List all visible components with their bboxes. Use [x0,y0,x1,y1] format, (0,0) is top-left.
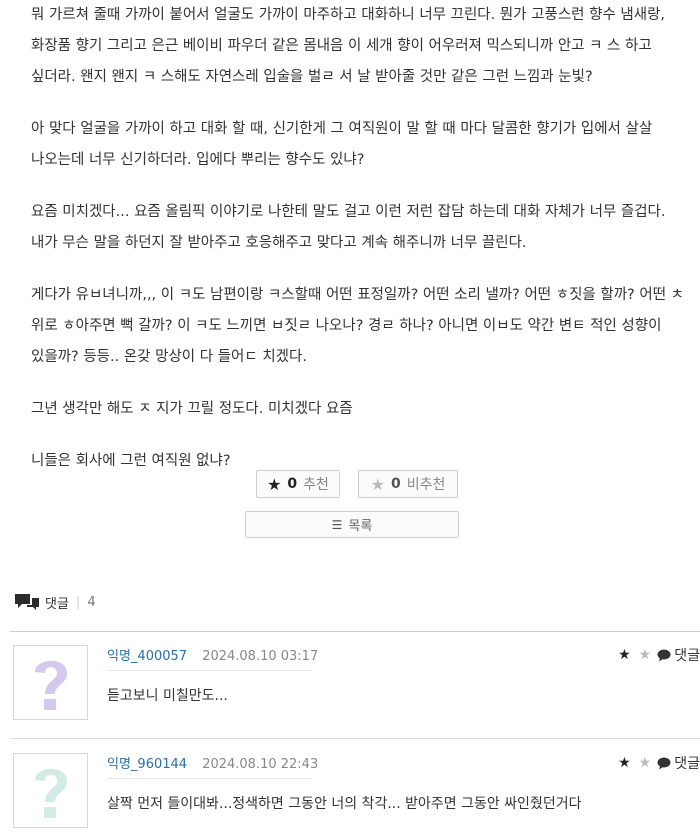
divider [107,778,312,779]
speech-bubble-icon [657,649,671,661]
divider [10,631,700,632]
reply-button[interactable]: 댓글 [657,645,700,665]
upvote-label: 추천 [303,477,329,493]
post-paragraph: 아 맞다 얼굴을 가까이 하고 대화 할 때, 신기한게 그 여직원이 말 할 … [31,121,653,168]
downvote-label: 비추천 [406,477,446,493]
reply-label: 댓글 [674,756,700,772]
comment-actions: ★ ★ 댓글 [618,645,700,665]
upvote-button[interactable]: ★ 0 추천 [256,470,340,498]
comment-text: 살짝 먼저 들이대봐...정색하면 그동안 너의 착각... 받아주면 그동안 … [107,796,582,812]
upvote-count: 0 [287,476,298,492]
comment-author[interactable]: 익명_400057 [107,649,187,664]
comment-title: 댓글 [45,596,69,612]
post-paragraph: 게다가 유ㅂ녀니까,,, 이 ㅋ도 남편이랑 ㅋ스할때 어떤 표정일까? 어떤 … [31,287,684,365]
downvote-button[interactable]: ★ 0 비추천 [358,470,458,498]
comment-header: 댓글 | 4 [13,592,96,612]
comment-text: 듣고보니 미칠만도... [107,688,228,704]
downvote-count: 0 [390,476,401,492]
post-content: 뭐 가르쳐 줄때 가까이 붙어서 얼굴도 가까이 마주하고 대화하니 너무 끄린… [31,0,686,477]
comment-meta: 익명_960144 2024.08.10 22:43 [107,753,318,772]
post-paragraph: 그년 생각만 해도 ㅈ 지가 끄릴 정도다. 미치겠다 요즘 [31,401,353,417]
star-outline-icon[interactable]: ★ [639,647,652,663]
star-filled-icon[interactable]: ★ [618,647,631,663]
speech-bubble-icon [657,757,671,769]
star-filled-icon: ★ [267,474,282,494]
comment-date: 2024.08.10 03:17 [202,649,319,664]
star-outline-icon: ★ [370,474,385,494]
avatar [13,753,88,828]
star-filled-icon[interactable]: ★ [618,755,631,771]
avatar [13,645,88,720]
post-paragraph: 요즘 미치겠다... 요즘 올림픽 이야기로 나한테 말도 걸고 이런 저런 잡… [31,204,666,251]
reply-button[interactable]: 댓글 [657,753,700,773]
reply-label: 댓글 [674,648,700,664]
vote-row: ★ 0 추천 ★ 0 비추천 [256,470,458,498]
comment-bubbles-icon [13,592,41,612]
list-icon: ☰ [331,517,343,532]
comment-count: 4 [87,594,96,610]
list-button-label: 목록 [348,519,373,534]
divider: | [75,594,81,610]
divider [10,738,700,739]
comment-meta: 익명_400057 2024.08.10 03:17 [107,645,318,664]
list-button[interactable]: ☰ 목록 [245,511,459,538]
divider [107,670,312,671]
post-paragraph: 뭐 가르쳐 줄때 가까이 붙어서 얼굴도 가까이 마주하고 대화하니 너무 끄린… [31,7,666,85]
comment-author[interactable]: 익명_960144 [107,757,187,772]
star-outline-icon[interactable]: ★ [639,755,652,771]
comment-date: 2024.08.10 22:43 [202,757,319,772]
comment-actions: ★ ★ 댓글 [618,753,700,773]
